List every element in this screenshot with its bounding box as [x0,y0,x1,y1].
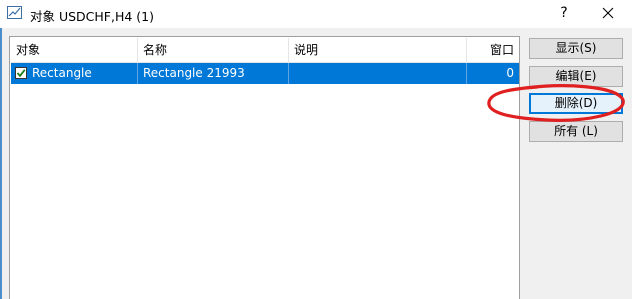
column-header-name[interactable]: 名称 [138,38,289,62]
objects-list[interactable]: 对象 名称 说明 窗口 Rectangle Rectangle 21993 0 [9,36,520,299]
cell-name: Rectangle 21993 [138,63,289,84]
column-header-window[interactable]: 窗口 [467,38,519,62]
show-button[interactable]: 显示(S) [529,38,623,59]
chart-icon [7,6,22,19]
help-button[interactable]: ? [553,3,575,23]
close-icon [602,7,614,19]
title-bar: 对象 USDCHF,H4 (1) ? [0,0,632,28]
cell-object: Rectangle [11,63,138,84]
list-header: 对象 名称 说明 窗口 [11,38,519,63]
cell-window: 0 [506,66,514,80]
table-row[interactable]: Rectangle Rectangle 21993 0 [11,63,519,84]
cell-description [289,63,467,84]
checkmark-icon [16,69,26,78]
column-header-description[interactable]: 说明 [289,38,467,62]
row-checkbox[interactable] [15,67,27,79]
window-title: 对象 USDCHF,H4 (1) [30,9,155,24]
all-button[interactable]: 所有 (L) [529,121,623,142]
window-border [0,28,2,299]
cell-object-text: Rectangle [32,66,92,80]
column-header-object[interactable]: 对象 [11,38,138,62]
red-ellipse-annotation [487,84,625,122]
close-button[interactable] [596,3,620,23]
